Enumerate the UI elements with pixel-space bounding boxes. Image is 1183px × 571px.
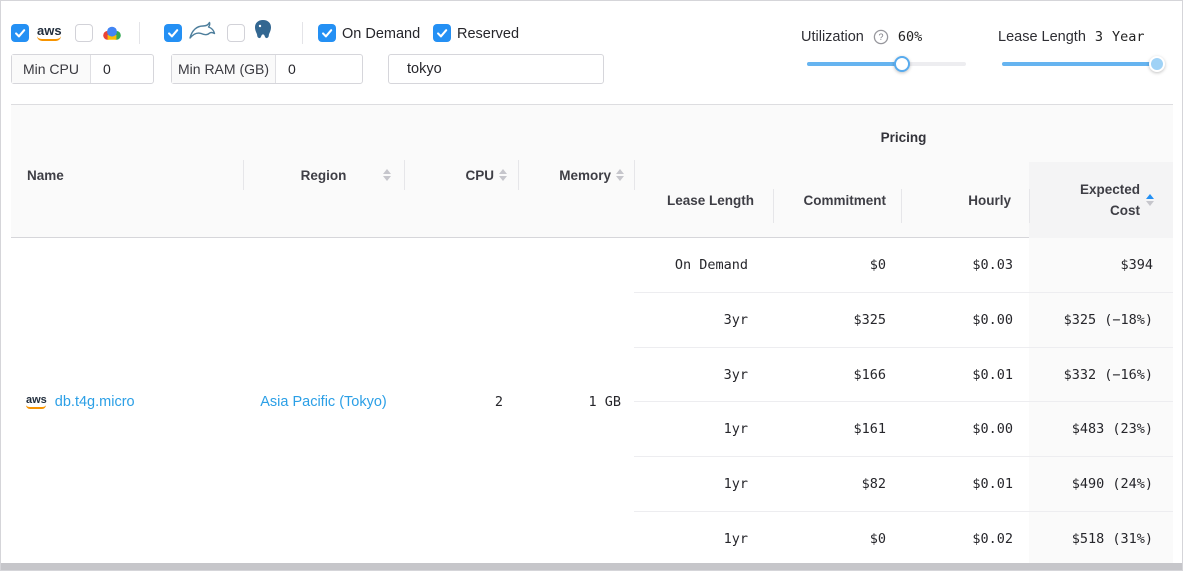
hourly-cell: $0.03	[901, 238, 1029, 292]
expected-cost-cell: $325 (−18%)	[1029, 293, 1173, 347]
google-cloud-provider-checkbox[interactable]	[75, 24, 93, 42]
table-header: Name Region CPU Memory Pricing Lease Len…	[11, 104, 1173, 238]
sort-asc-active-icon	[1146, 194, 1154, 206]
lease-length-value: 3	[1095, 29, 1103, 45]
commitment-cell: $161	[773, 402, 901, 456]
hourly-cell: $0.01	[901, 457, 1029, 511]
expected-cost-cell: $490 (24%)	[1029, 457, 1173, 511]
pricing-row: 1yr $82 $0.01 $490 (24%)	[634, 457, 1173, 512]
pricing-row: 1yr $0 $0.02 $518 (31%)	[634, 512, 1173, 566]
pricing-row: 3yr $166 $0.01 $332 (−16%)	[634, 348, 1173, 403]
instance-name-cell: aws db.t4g.micro	[11, 238, 243, 566]
on-demand-checkbox[interactable]	[318, 24, 336, 42]
hourly-cell: $0.02	[901, 512, 1029, 566]
hourly-cell: $0.00	[901, 293, 1029, 347]
lease-length-label: Lease Length	[998, 29, 1086, 45]
sort-icon	[383, 169, 391, 181]
hourly-cell: $0.01	[901, 348, 1029, 402]
expected-cost-cell: $518 (31%)	[1029, 512, 1173, 566]
lease-length-header: Lease Length 3 Year	[998, 29, 1145, 45]
pricing-group-header: Pricing	[634, 130, 1173, 145]
lease-length-slider-track[interactable]	[1002, 62, 1163, 66]
lease-length-cell: 1yr	[634, 512, 773, 566]
check-icon	[166, 26, 180, 40]
help-icon[interactable]: ?	[873, 29, 889, 45]
hourly-cell: $0.00	[901, 402, 1029, 456]
mysql-dolphin-icon	[188, 21, 216, 46]
min-ram-filter: Min RAM (GB)	[171, 54, 363, 84]
instance-name-link[interactable]: db.t4g.micro	[55, 394, 135, 410]
utilization-slider-track[interactable]	[807, 62, 966, 66]
column-header-expected-cost[interactable]: Expected Cost	[1029, 162, 1173, 238]
lease-length-slider-thumb[interactable]	[1149, 56, 1165, 72]
lease-length-cell: 1yr	[634, 402, 773, 456]
svg-text:?: ?	[878, 32, 883, 42]
min-cpu-label: Min CPU	[12, 55, 91, 83]
commitment-cell: $325	[773, 293, 901, 347]
column-header-name: Name	[11, 105, 243, 237]
instance-region-cell: Asia Pacific (Tokyo)	[243, 238, 404, 566]
column-header-memory[interactable]: Memory	[518, 105, 634, 237]
check-icon	[435, 26, 449, 40]
window-bottom-edge	[1, 563, 1182, 570]
utilization-slider-thumb[interactable]	[894, 56, 910, 72]
reserved-checkbox[interactable]	[433, 24, 451, 42]
utilization-value: 60%	[898, 29, 922, 45]
check-icon	[13, 26, 27, 40]
column-header-hourly: Hourly	[901, 162, 1029, 238]
instance-region-link[interactable]: Asia Pacific (Tokyo)	[260, 394, 387, 410]
min-cpu-input[interactable]	[91, 55, 153, 83]
lease-length-cell: 1yr	[634, 457, 773, 511]
filter-divider	[302, 22, 303, 44]
pricing-row: On Demand $0 $0.03 $394	[634, 238, 1173, 293]
aws-provider-checkbox[interactable]	[11, 24, 29, 42]
sort-icon	[499, 169, 507, 181]
table-body: aws db.t4g.micro Asia Pacific (Tokyo) 2 …	[11, 238, 1173, 566]
aws-logo-icon: aws	[26, 396, 47, 409]
instance-memory-cell: 1 GB	[518, 238, 634, 566]
expected-cost-cell: $483 (23%)	[1029, 402, 1173, 456]
commitment-cell: $0	[773, 238, 901, 292]
utilization-label: Utilization	[801, 29, 864, 45]
pricing-row: 3yr $325 $0.00 $325 (−18%)	[634, 293, 1173, 348]
min-ram-label: Min RAM (GB)	[172, 55, 276, 83]
filter-divider	[139, 22, 140, 44]
instance-cpu-cell: 2	[404, 238, 518, 566]
on-demand-label[interactable]: On Demand	[342, 26, 420, 42]
column-header-commitment: Commitment	[773, 162, 901, 238]
min-ram-input[interactable]	[276, 55, 362, 83]
commitment-cell: $166	[773, 348, 901, 402]
mysql-engine-checkbox[interactable]	[164, 24, 182, 42]
utilization-header: Utilization ? 60%	[801, 29, 922, 45]
column-header-lease-length: Lease Length	[634, 162, 773, 238]
app-window: aws On Demand Reserved Min C	[0, 0, 1183, 571]
commitment-cell: $0	[773, 512, 901, 566]
google-cloud-logo-icon	[101, 24, 123, 48]
expected-cost-cell: $394	[1029, 238, 1173, 292]
sort-icon	[616, 169, 624, 181]
search-box	[388, 54, 604, 84]
min-cpu-filter: Min CPU	[11, 54, 154, 84]
aws-logo-icon: aws	[37, 25, 62, 41]
column-header-cpu[interactable]: CPU	[404, 105, 518, 237]
search-input[interactable]	[407, 61, 594, 77]
pricing-rows: On Demand $0 $0.03 $394 3yr $325 $0.00 $…	[634, 238, 1173, 566]
lease-length-cell: 3yr	[634, 293, 773, 347]
lease-length-cell: 3yr	[634, 348, 773, 402]
postgresql-elephant-icon	[253, 19, 273, 45]
pricing-row: 1yr $161 $0.00 $483 (23%)	[634, 402, 1173, 457]
column-header-region[interactable]: Region	[243, 105, 404, 237]
lease-length-unit: Year	[1112, 29, 1145, 45]
reserved-label[interactable]: Reserved	[457, 26, 519, 42]
postgresql-engine-checkbox[interactable]	[227, 24, 245, 42]
expected-cost-cell: $332 (−16%)	[1029, 348, 1173, 402]
lease-length-cell: On Demand	[634, 238, 773, 292]
check-icon	[320, 26, 334, 40]
commitment-cell: $82	[773, 457, 901, 511]
